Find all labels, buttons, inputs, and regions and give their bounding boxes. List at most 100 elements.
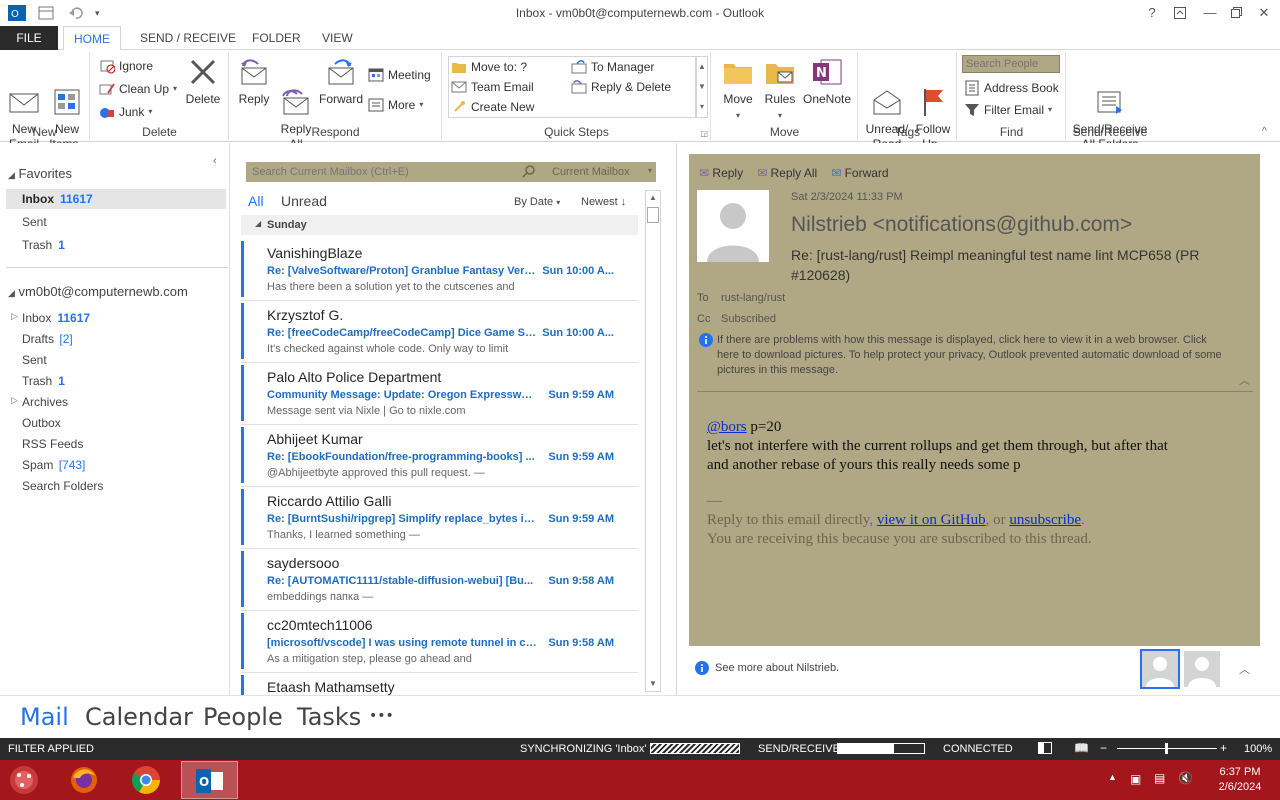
- show-hidden-icons[interactable]: ▲: [1108, 772, 1117, 782]
- folder-rss-feeds[interactable]: RSS Feeds: [22, 437, 83, 451]
- quick-step-move-to[interactable]: Move to: ?: [451, 57, 527, 77]
- scroll-down-icon[interactable]: ▼: [646, 677, 660, 691]
- people-pane-text[interactable]: See more about Nilstrieb.: [715, 662, 839, 674]
- quick-step-create-new[interactable]: Create New: [451, 97, 534, 117]
- move-button[interactable]: Move ▾: [718, 56, 758, 123]
- list-item[interactable]: Palo Alto Police Department Community Me…: [241, 363, 638, 425]
- list-item[interactable]: saydersooo Re: [AUTOMATIC1111/stable-dif…: [241, 549, 638, 611]
- favorites-header[interactable]: ◢ Favorites: [8, 166, 72, 181]
- ignore-button[interactable]: Ignore: [99, 56, 153, 76]
- quick-step-team-email[interactable]: Team Email: [451, 77, 534, 97]
- minimize-icon[interactable]: —: [1198, 3, 1222, 23]
- address-book-button[interactable]: Address Book: [964, 78, 1059, 98]
- unsubscribe-link[interactable]: unsubscribe: [1009, 512, 1081, 528]
- collapse-header-icon[interactable]: ︿: [1239, 372, 1250, 388]
- search-scope-dropdown[interactable]: Current Mailbox: [552, 166, 630, 178]
- sort-order-toggle[interactable]: Newest ↓: [581, 196, 626, 208]
- delete-button[interactable]: Delete: [181, 56, 225, 107]
- people-avatar[interactable]: [1184, 651, 1220, 687]
- search-people-input[interactable]: [962, 55, 1060, 73]
- collapse-ribbon-icon[interactable]: ^: [1262, 126, 1267, 137]
- outlook-taskbar-button[interactable]: O: [181, 761, 238, 799]
- firefox-icon[interactable]: [68, 764, 102, 796]
- to-recipient[interactable]: rust-lang/rust: [721, 292, 785, 304]
- action-center-icon[interactable]: ▣: [1130, 772, 1141, 786]
- tab-view[interactable]: VIEW: [312, 26, 363, 50]
- search-icon[interactable]: [522, 164, 536, 181]
- nav-calendar[interactable]: Calendar: [85, 703, 193, 731]
- forward-button[interactable]: Forward: [318, 56, 364, 107]
- mention-link[interactable]: @bors: [707, 419, 747, 435]
- quick-steps-scroll[interactable]: ▲ ▼ ▾: [696, 56, 708, 118]
- info-bar-message[interactable]: If there are problems with how this mess…: [717, 333, 1222, 378]
- folder-search-folders[interactable]: Search Folders: [22, 479, 103, 493]
- restore-icon[interactable]: [1224, 3, 1248, 23]
- status-sync[interactable]: SYNCHRONIZING 'Inbox': [520, 743, 646, 755]
- normal-view-icon[interactable]: [1038, 742, 1052, 754]
- volume-muted-icon[interactable]: 🔇: [1178, 771, 1193, 785]
- quick-step-reply-delete[interactable]: Reply & Delete: [571, 77, 671, 97]
- search-mailbox-input[interactable]: [246, 162, 516, 182]
- favorites-inbox[interactable]: Inbox 11617: [22, 192, 93, 206]
- list-item[interactable]: VanishingBlaze Re: [ValveSoftware/Proton…: [241, 239, 638, 301]
- inline-forward-button[interactable]: ✉ Forward: [831, 166, 888, 180]
- expand-people-pane-icon[interactable]: ︿: [1239, 661, 1250, 677]
- inline-reply-button[interactable]: ✉ Reply: [699, 166, 743, 180]
- folder-outbox[interactable]: Outbox: [22, 416, 61, 430]
- start-orb-icon[interactable]: [8, 764, 40, 796]
- zoom-out-icon[interactable]: −: [1100, 741, 1107, 755]
- collapse-folder-pane-icon[interactable]: ‹: [213, 155, 217, 167]
- list-item[interactable]: Riccardo Attilio Galli Re: [BurntSushi/r…: [241, 487, 638, 549]
- folder-inbox[interactable]: Inbox 11617: [22, 311, 90, 325]
- zoom-slider-thumb[interactable]: [1165, 743, 1168, 754]
- close-icon[interactable]: ✕: [1252, 3, 1276, 23]
- folder-drafts[interactable]: Drafts [2]: [22, 332, 73, 346]
- list-item[interactable]: Krzysztof G. Re: [freeCodeCamp/freeCodeC…: [241, 301, 638, 363]
- clean-up-button[interactable]: Clean Up ▾: [99, 79, 177, 99]
- sort-by-dropdown[interactable]: By Date ▾: [514, 196, 560, 208]
- junk-button[interactable]: Junk ▾: [99, 102, 152, 122]
- list-item[interactable]: Abhijeet Kumar Re: [EbookFoundation/free…: [241, 425, 638, 487]
- scroll-thumb[interactable]: [647, 207, 659, 223]
- favorites-sent[interactable]: Sent: [22, 215, 47, 229]
- expand-archives-icon[interactable]: ▷: [11, 395, 18, 406]
- favorites-trash[interactable]: Trash 1: [22, 238, 65, 252]
- network-icon[interactable]: ▤: [1154, 771, 1165, 785]
- rules-button[interactable]: Rules ▾: [760, 56, 800, 123]
- view-on-github-link[interactable]: view it on GitHub: [877, 512, 986, 528]
- ribbon-display-options-icon[interactable]: [1168, 3, 1192, 23]
- status-filter[interactable]: FILTER APPLIED: [8, 743, 94, 755]
- group-header-sunday[interactable]: ◢ Sunday: [241, 215, 638, 235]
- list-item[interactable]: cc20mtech11006 [microsoft/vscode] I was …: [241, 611, 638, 673]
- chrome-icon[interactable]: [130, 764, 164, 796]
- tab-folder[interactable]: FOLDER: [242, 26, 311, 50]
- onenote-button[interactable]: N OneNote: [800, 56, 854, 107]
- message-from[interactable]: Nilstrieb <notifications@github.com>: [791, 213, 1132, 237]
- more-respond-button[interactable]: More ▾: [368, 95, 423, 115]
- nav-mail[interactable]: Mail: [20, 703, 69, 731]
- folder-archives[interactable]: Archives: [22, 395, 68, 409]
- expand-inbox-icon[interactable]: ▷: [11, 311, 18, 322]
- zoom-in-icon[interactable]: +: [1220, 741, 1227, 755]
- status-send-receive[interactable]: SEND/RECEIVE: [758, 743, 840, 755]
- folder-sent[interactable]: Sent: [22, 353, 47, 367]
- reading-view-icon[interactable]: 📖: [1074, 741, 1089, 755]
- clock[interactable]: 6:37 PM 2/6/2024: [1210, 765, 1270, 795]
- quick-step-to-manager[interactable]: To Manager: [571, 57, 654, 77]
- scroll-up-icon[interactable]: ▲: [646, 191, 660, 205]
- message-list-scrollbar[interactable]: ▲ ▼: [645, 190, 661, 692]
- meeting-button[interactable]: Meeting: [368, 65, 431, 85]
- help-icon[interactable]: ?: [1140, 3, 1164, 23]
- tab-file[interactable]: FILE: [0, 26, 58, 50]
- people-avatar-selected[interactable]: [1140, 649, 1180, 689]
- tab-home[interactable]: HOME: [63, 26, 121, 51]
- tab-send-receive[interactable]: SEND / RECEIVE: [130, 26, 246, 50]
- nav-tasks[interactable]: Tasks: [297, 703, 361, 731]
- account-header[interactable]: ◢ vm0b0t@computernewb.com: [8, 284, 188, 299]
- inline-reply-all-button[interactable]: ✉ Reply All: [757, 166, 817, 180]
- cc-recipient[interactable]: Subscribed: [721, 313, 776, 325]
- folder-trash[interactable]: Trash 1: [22, 374, 65, 388]
- zoom-level[interactable]: 100%: [1244, 743, 1272, 755]
- nav-more-icon[interactable]: •••: [369, 708, 394, 724]
- list-item[interactable]: Etaash Mathamsetty: [241, 673, 638, 695]
